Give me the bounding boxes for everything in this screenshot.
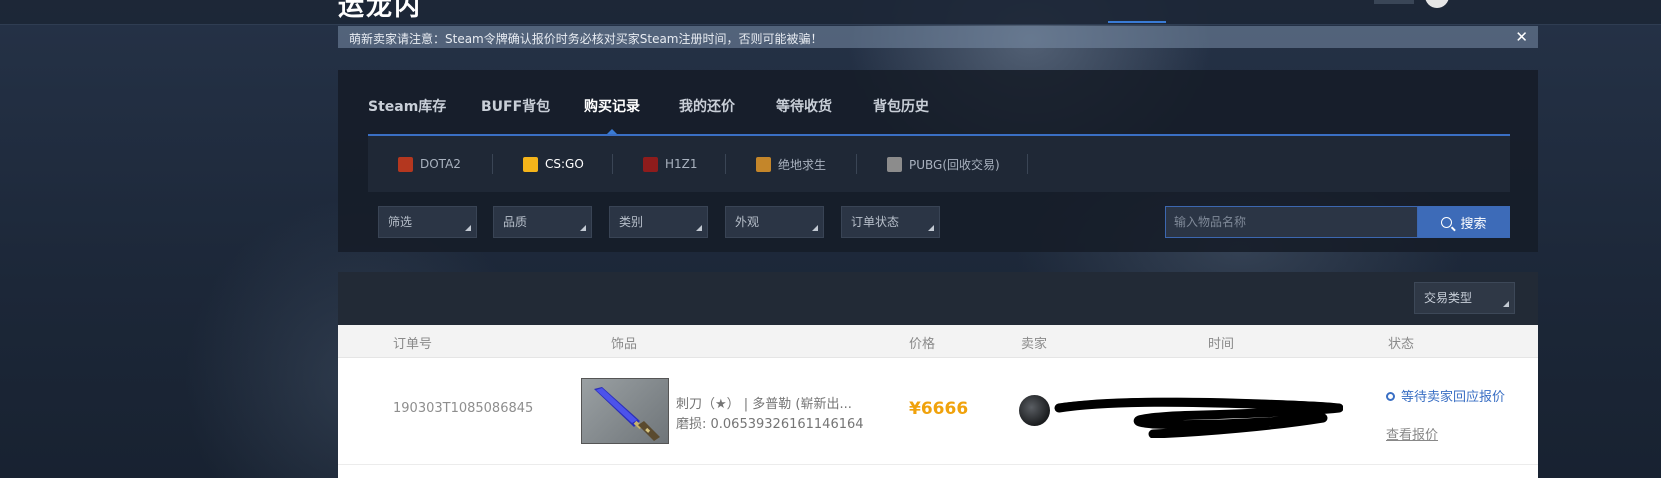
status-dot-icon [1386,392,1395,401]
filter-label: 订单状态 [851,215,900,229]
divider [612,154,613,174]
item-price: ¥6666 [909,399,969,419]
dropdown-arrow-icon [1503,301,1509,307]
filter-label: 品质 [503,215,528,229]
h1z1-icon [643,156,658,172]
game-label: CS:GO [545,157,584,171]
search-button-label: 搜索 [1460,216,1487,232]
trade-type-label: 交易类型 [1424,291,1473,305]
divider [492,154,493,174]
col-status: 状态 [1388,337,1415,352]
search-button[interactable]: 搜索 [1418,206,1510,238]
search-icon [1441,216,1453,228]
game-label: DOTA2 [420,157,461,171]
game-csgo[interactable]: CS:GO [523,136,584,192]
divider [725,154,726,174]
dropdown-arrow-icon [696,225,702,231]
order-number: 190303T1085086845 [393,401,534,416]
game-selector: DOTA2 CS:GO H1Z1 绝地求生 PUBG(回收交易) [368,136,1510,192]
site-logo[interactable]: 运龙内 [338,0,422,23]
dropdown-arrow-icon [812,225,818,231]
tab-purchase-history[interactable]: 购买记录 [584,96,640,134]
dropdown-arrow-icon [580,225,586,231]
quality-select[interactable]: 品质 [493,206,592,238]
nav-active-underline [1108,21,1166,23]
redaction-scribble [1054,397,1343,438]
game-label: H1Z1 [665,157,698,171]
notice-text: 萌新卖家请注意：Steam令牌确认报价时务必核对买家Steam注册时间，否则可能… [349,32,823,46]
dropdown-arrow-icon [928,225,934,231]
tab-buff-backpack[interactable]: BUFF背包 [481,96,550,116]
user-avatar[interactable] [1425,0,1449,8]
table-row: 190303T1085086845 刺刀（★） | 多普勒 (崭新出... 磨损… [338,358,1538,465]
filter-label: 筛选 [388,215,413,229]
trade-type-select[interactable]: 交易类型 [1414,282,1515,314]
table-header: 订单号 饰品 价格 卖家 时间 状态 [338,325,1538,358]
nav-button[interactable] [1374,0,1414,4]
tab-backpack-history[interactable]: 背包历史 [873,96,929,116]
knife-image [594,387,660,441]
view-offer-link[interactable]: 查看报价 [1386,424,1438,443]
col-time: 时间 [1208,337,1235,352]
dota2-icon [398,156,413,172]
pubg-recycle-icon [887,156,902,172]
toolbar-band [338,272,1538,325]
top-nav-bar: 运龙内 [0,0,1661,25]
item-thumbnail[interactable] [581,378,669,444]
col-order-no: 订单号 [393,337,433,352]
item-wear: 磨损: 0.06539326161146164 [676,417,864,432]
tab-awaiting-receipt[interactable]: 等待收货 [776,96,832,116]
filter-select[interactable]: 筛选 [378,206,477,238]
game-label: 绝地求生 [778,157,827,172]
col-seller: 卖家 [1021,337,1048,352]
csgo-icon [523,156,538,172]
pubg-icon [756,156,771,172]
tab-label: 购买记录 [584,99,640,115]
dropdown-arrow-icon [465,225,471,231]
divider [856,154,857,174]
col-item: 饰品 [611,337,638,352]
tab-steam-inventory[interactable]: Steam库存 [368,96,446,116]
game-pubg[interactable]: 绝地求生 [756,136,826,192]
item-name[interactable]: 刺刀（★） | 多普勒 (崭新出... [676,393,852,412]
orders-table: 订单号 饰品 价格 卖家 时间 状态 190303T1085086845 刺刀（… [338,325,1538,478]
close-icon[interactable]: ✕ [1515,28,1528,46]
game-h1z1[interactable]: H1Z1 [643,136,698,192]
game-dota2[interactable]: DOTA2 [398,136,461,192]
filter-label: 类别 [619,215,644,229]
order-status-select[interactable]: 订单状态 [841,206,940,238]
notice-banner: 萌新卖家请注意：Steam令牌确认报价时务必核对买家Steam注册时间，否则可能… [338,26,1538,48]
divider [1027,154,1028,174]
game-label: PUBG(回收交易) [909,157,1000,172]
exterior-select[interactable]: 外观 [725,206,824,238]
seller-avatar[interactable] [1019,395,1050,426]
filter-label: 外观 [735,215,760,229]
search-input[interactable] [1165,206,1418,238]
status-label: 等待卖家回应报价 [1401,390,1506,405]
col-price: 价格 [909,337,936,352]
game-pubg-recycle[interactable]: PUBG(回收交易) [887,136,1000,192]
category-select[interactable]: 类别 [609,206,708,238]
order-status[interactable]: 等待卖家回应报价 [1386,386,1505,405]
tab-my-counteroffers[interactable]: 我的还价 [679,96,735,116]
